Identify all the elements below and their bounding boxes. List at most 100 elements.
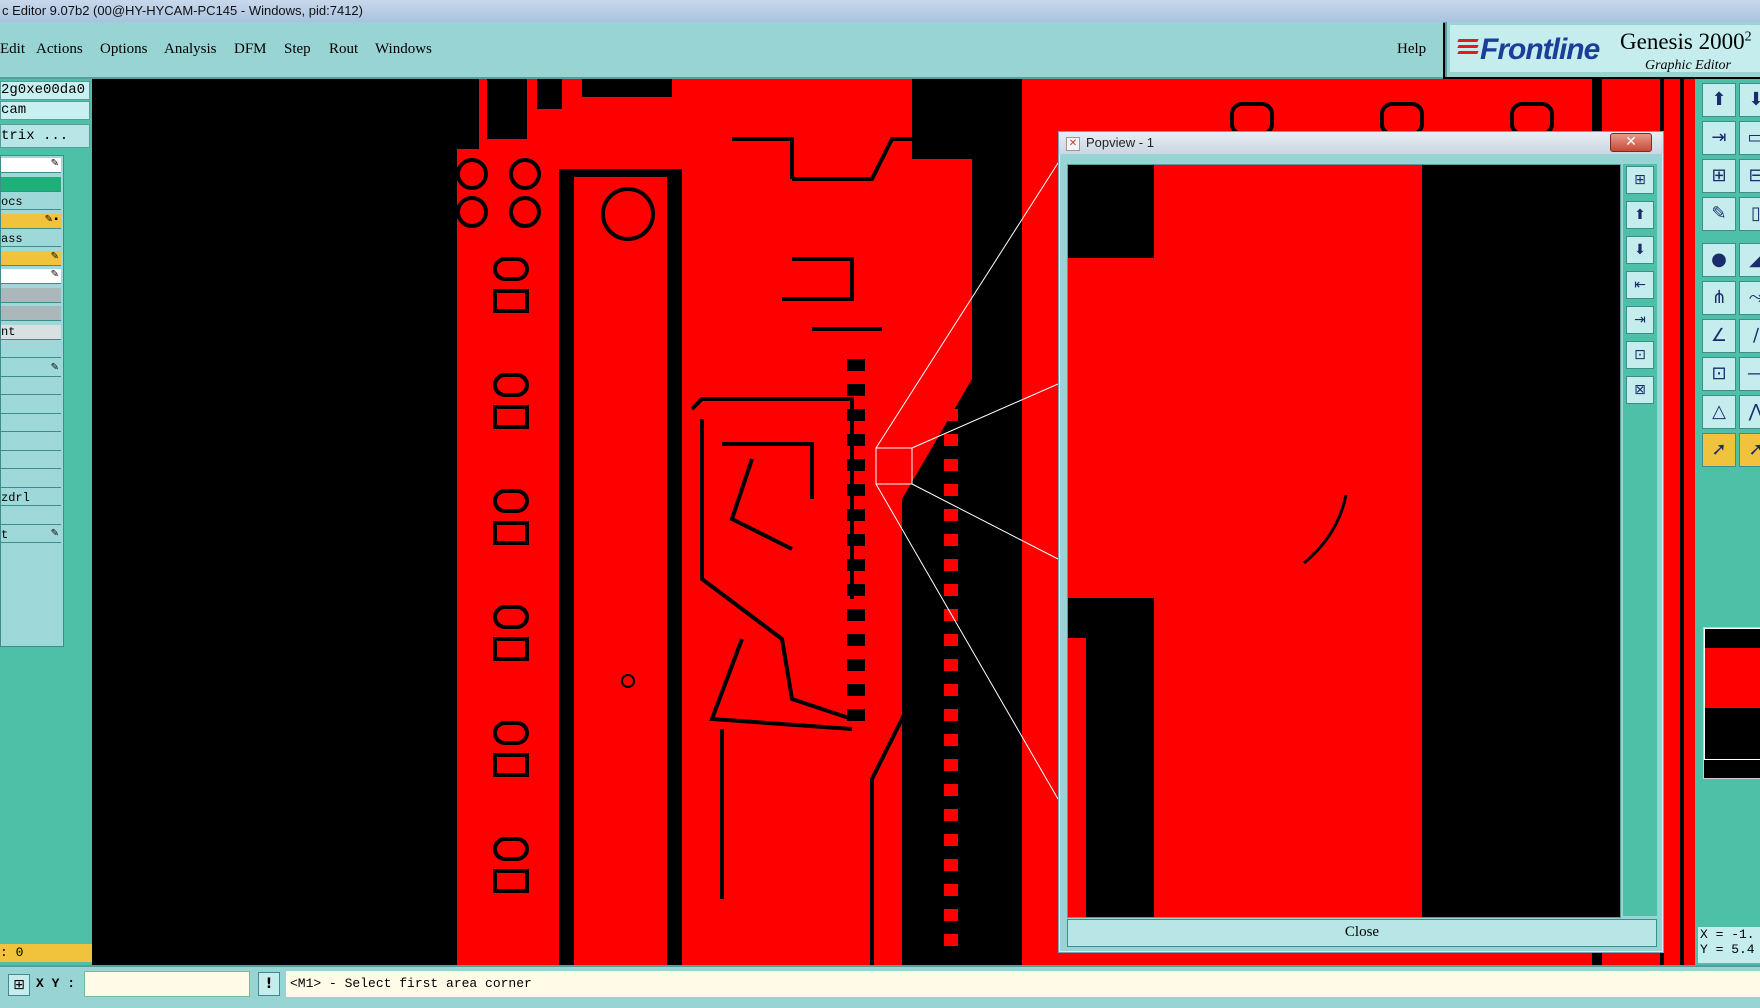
coord-y: Y = 5.4 — [1700, 942, 1755, 957]
job-field[interactable]: 2g0xe00da0 — [0, 81, 90, 100]
layer-edit-icon: ✎ — [50, 251, 59, 263]
popview-toolbar: ⊞ ⬆ ⬇ ⇤ ⇥ ⊡ ⊠ — [1623, 164, 1657, 916]
menu-step[interactable]: Step — [284, 41, 311, 58]
layer-row[interactable]: ass — [1, 232, 61, 247]
xy-label: X Y : — [36, 976, 76, 991]
zoom-in-icon[interactable]: ⬆ — [1626, 201, 1654, 229]
popview-close-button[interactable]: Close — [1067, 919, 1657, 947]
net-icon[interactable]: ⤳ — [1739, 281, 1760, 315]
triangle-icon[interactable]: △ — [1702, 395, 1736, 429]
layer-row[interactable] — [1, 176, 61, 192]
layer-row[interactable] — [1, 509, 61, 525]
menu-bar: Edit Actions Options Analysis DFM Step R… — [0, 22, 1443, 79]
popview-window[interactable]: ✕ Popview - 1 ✕ ⊞ ⬆ ⬇ ⇤ ⇥ ⊡ ⊠ Close — [1058, 131, 1664, 953]
triangle-icon[interactable]: ⋀ — [1739, 395, 1760, 429]
popview-title-bar[interactable]: ✕ Popview - 1 ✕ — [1059, 132, 1663, 154]
menu-options[interactable]: Options — [100, 41, 148, 58]
layer-row[interactable] — [1, 417, 61, 432]
measure-icon[interactable]: ▯ — [1739, 197, 1760, 231]
menu-windows[interactable]: Windows — [375, 41, 432, 58]
layer-row[interactable] — [1, 380, 61, 395]
layer-row[interactable]: ✎ — [1, 361, 61, 377]
zoom-icon[interactable]: ⊞ — [1702, 159, 1736, 193]
layer-row[interactable] — [1, 306, 61, 321]
layer-row[interactable]: ✎ — [1, 269, 61, 284]
layer-row[interactable]: zdrl — [1, 491, 61, 506]
coordinate-readout: X = -1. Y = 5.4 — [1698, 927, 1760, 963]
xy-input[interactable] — [84, 971, 250, 997]
layer-row[interactable] — [1, 398, 61, 414]
popview-canvas[interactable] — [1067, 164, 1621, 918]
layer-row[interactable] — [1, 343, 61, 358]
window-title: c Editor 9.07b2 (00@HY-HYCAM-PC145 - Win… — [2, 3, 363, 18]
popview-close-x-button[interactable]: ✕ — [1610, 133, 1652, 152]
step-field[interactable]: cam — [0, 101, 90, 120]
layer-list: ✎ ocs ✎▪ ass ✎ ✎ nt ✎ zdrl t ✎ — [0, 155, 64, 647]
zoom-window-icon[interactable]: ⊠ — [1626, 376, 1654, 404]
layer-label: t — [1, 528, 9, 542]
layer-row[interactable]: nt — [1, 324, 61, 340]
layer-edit-icon: ✎ — [50, 159, 59, 170]
layer-label: zdrl — [1, 491, 30, 505]
layer-label: ocs — [1, 195, 23, 209]
exclamation-icon[interactable]: ! — [258, 972, 280, 996]
layer-label: ass — [1, 232, 23, 246]
brand-panel: Frontline Genesis 20002 Graphic Editor — [1445, 22, 1760, 77]
zoom-icon[interactable]: ⊟ — [1739, 159, 1760, 193]
menu-help[interactable]: Help — [1397, 41, 1426, 58]
frontline-logo-icon — [1457, 39, 1479, 61]
frame-icon[interactable]: ▭ — [1739, 121, 1760, 155]
layer-edit-icon: ✎▪ — [44, 214, 59, 226]
status-bar: ⊞ X Y : ! <M1> - Select first area corne… — [0, 965, 1760, 1008]
right-toolbar: ⬆ ⬇ ⇥ ▭ ⊞ ⊟ ✎ ▯ ● ◢ ⋔ ⤳ ∠ ∕ ⊡ — △ ⋀ ➚ ➚ … — [1695, 79, 1760, 965]
layer-row[interactable] — [1, 435, 61, 451]
measure-icon[interactable]: ✎ — [1702, 197, 1736, 231]
select-arrow-icon[interactable]: ➚ — [1702, 433, 1736, 467]
menu-actions[interactable]: Actions — [36, 41, 83, 58]
export-icon[interactable]: ⬆ — [1702, 83, 1736, 117]
route-icon[interactable]: ∕ — [1739, 319, 1760, 353]
net-icon[interactable]: ⋔ — [1702, 281, 1736, 315]
slice-icon[interactable]: — — [1739, 357, 1760, 391]
layer-edit-icon: ✎ — [50, 270, 59, 281]
popview-app-icon: ✕ — [1066, 137, 1080, 151]
popview-title: Popview - 1 — [1086, 135, 1154, 150]
grid-icon[interactable]: ⊞ — [8, 974, 30, 996]
layer-row[interactable]: ✎ — [1, 250, 61, 266]
route-icon[interactable]: ∠ — [1702, 319, 1736, 353]
coord-x: X = -1. — [1700, 927, 1755, 942]
layer-row[interactable] — [1, 472, 61, 488]
pan-right-icon[interactable]: ⇥ — [1626, 306, 1654, 334]
product-subtitle: Graphic Editor — [1645, 58, 1731, 73]
layer-row[interactable]: ocs — [1, 195, 61, 210]
layer-row[interactable] — [1, 287, 61, 303]
product-name: Genesis 20002 — [1620, 29, 1752, 54]
fit-icon[interactable]: ⊞ — [1626, 166, 1654, 194]
popview-zoomed-artwork — [1068, 165, 1422, 917]
zoom-home-icon[interactable]: ⊡ — [1626, 341, 1654, 369]
select-arrow-icon[interactable]: ➚ — [1739, 433, 1760, 467]
pad-icon[interactable]: ● — [1702, 243, 1736, 277]
slice-icon[interactable]: ⊡ — [1702, 357, 1736, 391]
pan-left-icon[interactable]: ⇤ — [1626, 271, 1654, 299]
export-icon[interactable]: ⬇ — [1739, 83, 1760, 117]
frontline-logo: Frontline — [1480, 33, 1600, 66]
layer-edit-icon: ✎ — [50, 529, 59, 540]
overview-minimap[interactable] — [1703, 627, 1760, 779]
import-icon[interactable]: ⇥ — [1702, 121, 1736, 155]
matrix-button[interactable]: trix ... — [0, 124, 90, 148]
layer-label: nt — [1, 324, 16, 339]
zoom-out-icon[interactable]: ⬇ — [1626, 236, 1654, 264]
menu-analysis[interactable]: Analysis — [164, 41, 217, 58]
menu-rout[interactable]: Rout — [329, 41, 358, 58]
menu-dfm[interactable]: DFM — [234, 41, 267, 58]
layer-row[interactable]: ✎ — [1, 158, 61, 173]
status-message: <M1> - Select first area corner — [286, 971, 1760, 997]
selection-counter: : 0 — [0, 944, 92, 962]
layer-row[interactable]: t ✎ — [1, 528, 61, 543]
window-title-bar[interactable]: c Editor 9.07b2 (00@HY-HYCAM-PC145 - Win… — [0, 0, 1760, 23]
layer-row[interactable]: ✎▪ — [1, 213, 61, 229]
pad-icon[interactable]: ◢ — [1739, 243, 1760, 277]
layer-row[interactable] — [1, 454, 61, 469]
menu-edit[interactable]: Edit — [0, 41, 25, 58]
